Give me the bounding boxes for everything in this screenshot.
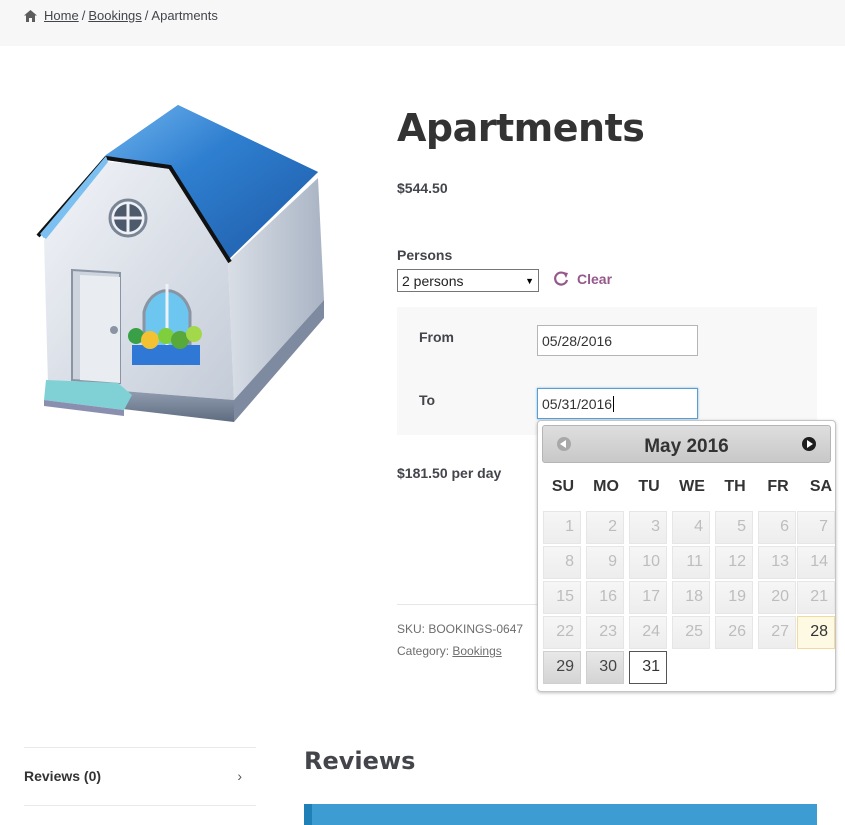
category-link[interactable]: Bookings bbox=[452, 644, 501, 658]
weekday-header: FR bbox=[767, 478, 789, 495]
clear-label: Clear bbox=[577, 271, 613, 287]
calendar-day[interactable]: 22 bbox=[543, 616, 581, 649]
product-price: $544.50 bbox=[397, 180, 448, 196]
from-date-value: 05/28/2016 bbox=[542, 332, 613, 349]
calendar-day[interactable]: 21 bbox=[797, 581, 835, 614]
reviews-notice-bar bbox=[304, 804, 817, 825]
clear-button[interactable]: Clear bbox=[553, 271, 612, 287]
breadcrumb-bookings-link[interactable]: Bookings bbox=[88, 8, 141, 23]
datepicker-title: May 2016 bbox=[644, 436, 729, 457]
page-title: Apartments bbox=[397, 106, 645, 150]
breadcrumb: Home / Bookings / Apartments bbox=[24, 8, 218, 23]
calendar-day[interactable]: 14 bbox=[797, 546, 835, 579]
calendar-day[interactable]: 23 bbox=[586, 616, 624, 649]
calendar-day[interactable]: 7 bbox=[797, 511, 835, 544]
from-date-input[interactable]: 05/28/2016 bbox=[537, 325, 698, 356]
calendar-day[interactable]: 13 bbox=[758, 546, 796, 579]
weekday-header: SA bbox=[809, 478, 833, 495]
calendar-day[interactable]: 20 bbox=[758, 581, 796, 614]
calendar-day[interactable]: 8 bbox=[543, 546, 581, 579]
tab-divider bbox=[24, 747, 256, 748]
calendar-day[interactable]: 10 bbox=[629, 546, 667, 579]
calendar-day[interactable]: 24 bbox=[629, 616, 667, 649]
calendar-day[interactable]: 5 bbox=[715, 511, 753, 544]
calendar-day[interactable]: 18 bbox=[672, 581, 710, 614]
product-category: Category: Bookings bbox=[397, 644, 502, 658]
persons-select[interactable]: 2 persons ▼ bbox=[397, 269, 539, 292]
to-date-input[interactable]: 05/31/2016 bbox=[537, 388, 698, 419]
reviews-heading: Reviews bbox=[304, 747, 416, 775]
calendar-day[interactable]: 26 bbox=[715, 616, 753, 649]
calendar-day[interactable]: 27 bbox=[758, 616, 796, 649]
breadcrumb-separator: / bbox=[81, 8, 86, 23]
next-arrow-icon[interactable] bbox=[802, 437, 816, 451]
calendar-day[interactable]: 19 bbox=[715, 581, 753, 614]
calendar-day[interactable]: 1 bbox=[543, 511, 581, 544]
refresh-icon bbox=[554, 271, 569, 286]
calendar-day[interactable]: 12 bbox=[715, 546, 753, 579]
text-caret bbox=[613, 395, 615, 412]
weekday-header: TH bbox=[724, 478, 746, 495]
per-day-price: $181.50 per day bbox=[397, 465, 502, 481]
calendar-day[interactable]: 17 bbox=[629, 581, 667, 614]
breadcrumb-home-link[interactable]: Home bbox=[44, 8, 79, 23]
breadcrumb-separator: / bbox=[144, 8, 149, 23]
calendar-day[interactable]: 29 bbox=[543, 651, 581, 684]
to-label: To bbox=[419, 392, 436, 408]
calendar-day[interactable]: 3 bbox=[629, 511, 667, 544]
calendar-day[interactable]: 9 bbox=[586, 546, 624, 579]
calendar-day[interactable]: 25 bbox=[672, 616, 710, 649]
product-sku: SKU: BOOKINGS-0647 bbox=[397, 622, 524, 636]
calendar-day[interactable]: 6 bbox=[758, 511, 796, 544]
meta-divider bbox=[397, 604, 537, 605]
calendar-day[interactable]: 16 bbox=[586, 581, 624, 614]
from-label: From bbox=[419, 329, 454, 345]
datepicker-popup: May 2016 SU MO TU WE TH FR SA 1 2 3 4 5 6 7 8 9 10 11 12 13… bbox=[537, 420, 836, 692]
category-prefix: Category: bbox=[397, 644, 450, 658]
datepicker-header: May 2016 bbox=[542, 425, 831, 463]
weekday-header: TU bbox=[638, 478, 660, 495]
weekday-header: SU bbox=[551, 478, 575, 495]
calendar-day[interactable]: 15 bbox=[543, 581, 581, 614]
weekday-header: WE bbox=[679, 478, 705, 495]
chevron-right-icon: › bbox=[237, 768, 242, 784]
persons-select-value: 2 persons bbox=[402, 272, 464, 289]
calendar-day[interactable]: 11 bbox=[672, 546, 710, 579]
breadcrumb-bar: Home / Bookings / Apartments bbox=[0, 0, 845, 46]
calendar-day[interactable]: 31 bbox=[629, 651, 667, 684]
calendar-day[interactable]: 28 bbox=[797, 616, 835, 649]
breadcrumb-current: Apartments bbox=[151, 8, 218, 23]
tab-reviews[interactable]: Reviews (0) › bbox=[24, 768, 256, 784]
weekday-header: MO bbox=[593, 478, 619, 495]
dropdown-arrow-icon: ▼ bbox=[525, 275, 534, 286]
persons-label: Persons bbox=[397, 247, 453, 263]
to-date-value: 05/31/2016 bbox=[542, 395, 613, 412]
house-illustration[interactable] bbox=[28, 100, 348, 430]
calendar-day[interactable]: 2 bbox=[586, 511, 624, 544]
tab-reviews-label: Reviews (0) bbox=[24, 768, 102, 784]
calendar-day[interactable]: 4 bbox=[672, 511, 710, 544]
calendar-day[interactable]: 30 bbox=[586, 651, 624, 684]
home-icon bbox=[24, 9, 37, 22]
tab-divider bbox=[24, 805, 256, 806]
